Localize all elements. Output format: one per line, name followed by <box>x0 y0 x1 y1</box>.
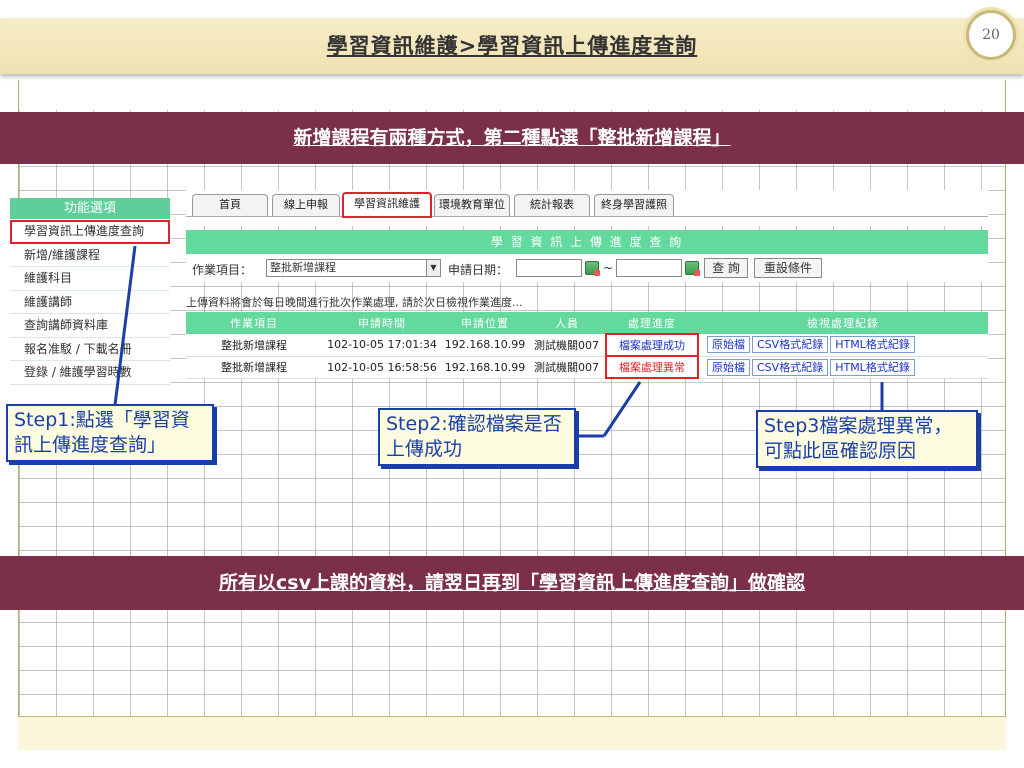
step2-pointer <box>602 381 642 437</box>
step3-callout: Step3檔案處理異常，可點此區確認原因 <box>756 410 978 468</box>
step2-callout: Step2:確認檔案是否上傳成功 <box>378 408 576 466</box>
step1-pointer <box>113 245 137 406</box>
callout-pointers <box>113 245 884 438</box>
step1-callout: Step1:點選「學習資訊上傳進度查詢」 <box>6 404 214 462</box>
